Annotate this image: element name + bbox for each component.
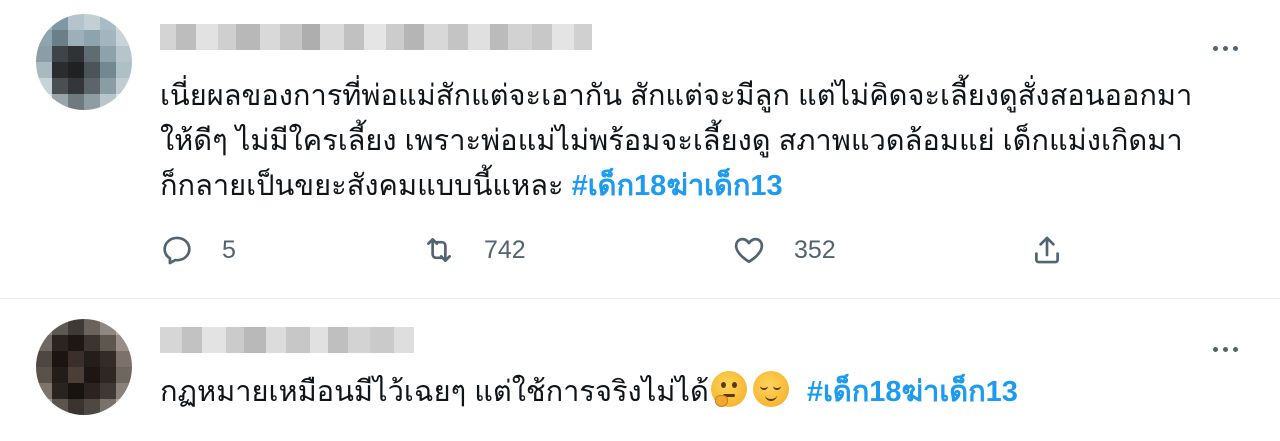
like-button[interactable]: 352 <box>732 228 836 272</box>
tweet-text-body: กฏหมายเหมือนมีไว้เฉยๆ แต่ใช้การจริงไม่ได… <box>160 376 709 408</box>
retweet-count: 742 <box>484 235 526 264</box>
like-count: 352 <box>794 235 836 264</box>
retweet-icon <box>427 238 451 262</box>
heart-icon <box>734 237 764 264</box>
hashtag-link[interactable]: #เด็ก18ฆ่าเด็ก13 <box>572 170 783 202</box>
tweet-1[interactable]: เนี่ยผลของการที่พ่อแม่สักแต่จะเอากัน สัก… <box>0 0 1280 299</box>
retweet-button[interactable]: 742 <box>422 228 526 272</box>
tweet-text-line-2: ให้ดีๆ ไม่มีใครเลี้ยง เพราะพ่อแม่ไม่พร้อ… <box>160 125 1183 157</box>
tweet-2[interactable]: กฏหมายเหมือนมีไว้เฉยๆ แต่ใช้การจริงไม่ได… <box>0 299 1280 441</box>
more-options-button[interactable] <box>1205 337 1245 361</box>
tweet-text-line-1: เนี่ยผลของการที่พ่อแม่สักแต่จะเอากัน สัก… <box>160 80 1193 112</box>
avatar[interactable] <box>36 319 132 415</box>
share-icon <box>1035 236 1059 264</box>
thinking-face-emoji <box>710 371 747 407</box>
tweet-actions: 5 742 352 <box>160 228 1080 272</box>
author-name-redacted <box>160 327 414 353</box>
reply-count: 5 <box>222 235 236 264</box>
more-icon <box>1212 45 1218 51</box>
avatar[interactable] <box>36 14 132 110</box>
more-icon <box>1212 346 1218 352</box>
more-options-button[interactable] <box>1205 36 1245 60</box>
share-button[interactable] <box>1030 228 1064 272</box>
reply-button[interactable]: 5 <box>160 228 236 272</box>
tweet-text: เนี่ยผลของการที่พ่อแม่สักแต่จะเอากัน สัก… <box>160 74 1192 209</box>
tweet-text: กฏหมายเหมือนมีไว้เฉยๆ แต่ใช้การจริงไม่ได… <box>160 370 1018 415</box>
relieved-face-emoji <box>752 371 789 407</box>
reply-icon <box>163 236 191 265</box>
hashtag-link[interactable]: #เด็ก18ฆ่าเด็ก13 <box>807 376 1018 408</box>
tweet-text-line-3: ก็กลายเป็นขยะสังคมแบบนี้แหละ #เด็ก18ฆ่าเ… <box>160 164 1192 209</box>
tweet-text-line-3-body: ก็กลายเป็นขยะสังคมแบบนี้แหละ <box>160 170 572 202</box>
author-name-redacted <box>160 24 592 50</box>
